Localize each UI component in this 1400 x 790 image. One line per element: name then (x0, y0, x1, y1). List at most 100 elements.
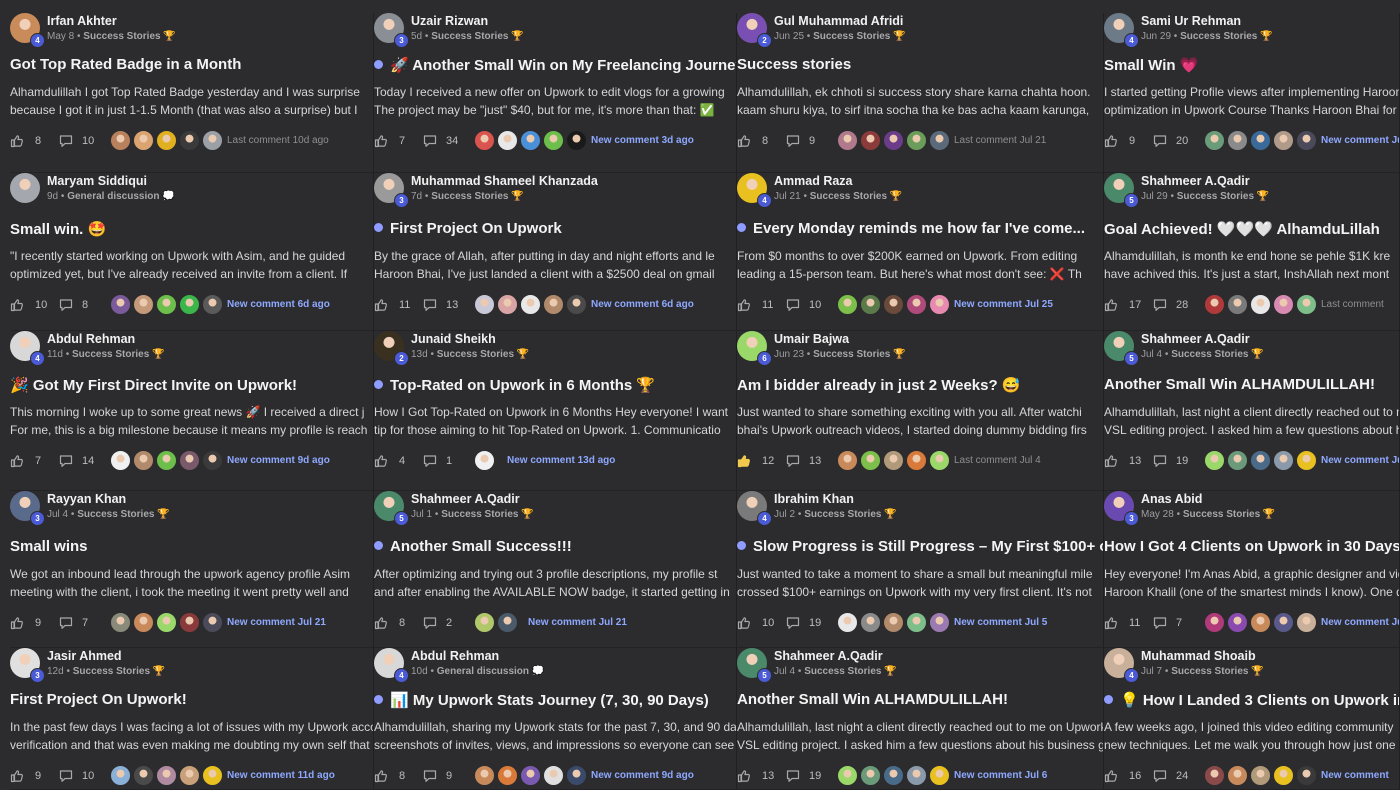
post-title[interactable]: Am I bidder already in just 2 Weeks? 😅 (737, 376, 1020, 394)
post-excerpt[interactable]: Today I received a new offer on Upwork t… (374, 83, 735, 119)
post-title[interactable]: Small win. 🤩 (10, 220, 106, 238)
like-icon[interactable] (10, 298, 24, 312)
post-card[interactable]: 3 Jasir Ahmed 12d • Success Stories 🏆 First… (10, 648, 374, 790)
comment-icon[interactable] (1153, 454, 1167, 468)
like-icon[interactable] (374, 134, 388, 148)
post-category[interactable]: Success Stories (77, 509, 154, 520)
post-category[interactable]: Success Stories (72, 349, 149, 360)
commenter-avatars[interactable] (110, 450, 225, 471)
post-excerpt[interactable]: "I recently started working on Upwork wi… (10, 247, 372, 283)
last-comment[interactable]: New comment 9d ago (227, 455, 330, 466)
comment-icon[interactable] (1153, 769, 1167, 783)
like-icon[interactable] (737, 454, 751, 468)
post-category[interactable]: Success Stories (1171, 349, 1248, 360)
post-category[interactable]: Success Stories (431, 191, 508, 202)
post-card[interactable]: 3 Rayyan Khan Jul 4 • Success Stories 🏆 Sma… (10, 491, 374, 648)
commenter-avatars[interactable] (1204, 294, 1319, 315)
post-category[interactable]: Success Stories (431, 31, 508, 42)
like-icon[interactable] (10, 454, 24, 468)
author-name[interactable]: Umair Bajwa (774, 332, 849, 346)
comment-icon[interactable] (423, 616, 437, 630)
like-icon[interactable] (1104, 134, 1118, 148)
commenter-avatars[interactable] (837, 612, 952, 633)
like-icon[interactable] (374, 454, 388, 468)
like-icon[interactable] (10, 134, 24, 148)
comment-icon[interactable] (59, 769, 73, 783)
last-comment[interactable]: New comment (1321, 770, 1389, 781)
post-excerpt[interactable]: A few weeks ago, I joined this video edi… (1104, 718, 1398, 754)
post-category[interactable]: Success Stories (73, 666, 150, 677)
post-card[interactable]: 5 Shahmeer A.Qadir Jul 29 • Success Storie… (1104, 173, 1400, 331)
commenter-avatars[interactable] (1204, 130, 1319, 151)
like-icon[interactable] (737, 616, 751, 630)
author-name[interactable]: Shahmeer A.Qadir (411, 492, 520, 506)
post-title[interactable]: First Project On Upwork! (10, 691, 187, 708)
comment-icon[interactable] (59, 298, 73, 312)
post-title[interactable]: First Project On Upwork (374, 220, 562, 237)
post-title[interactable]: Small Win 💗 (1104, 56, 1198, 74)
last-comment[interactable]: Last comment Jul 4 (954, 455, 1041, 466)
post-category[interactable]: Success Stories (1180, 31, 1257, 42)
like-icon[interactable] (10, 769, 24, 783)
post-category[interactable]: Success Stories (1171, 666, 1248, 677)
post-category[interactable]: Success Stories (437, 349, 514, 360)
commenter-avatars[interactable] (474, 130, 589, 151)
post-card[interactable]: 6 Umair Bajwa Jun 23 • Success Stories 🏆 Am… (737, 331, 1104, 491)
post-excerpt[interactable]: Alhamdulillah, ek chhoti si success stor… (737, 83, 1102, 119)
post-card[interactable]: 5 Shahmeer A.Qadir Jul 4 • Success Stories… (737, 648, 1104, 790)
post-card[interactable]: 5 Shahmeer A.Qadir Jul 4 • Success Stories… (1104, 331, 1400, 491)
comment-icon[interactable] (1153, 616, 1167, 630)
post-category[interactable]: General discussion 💭 (437, 666, 545, 677)
author-name[interactable]: Maryam Siddiqui (47, 174, 147, 188)
comment-icon[interactable] (786, 616, 800, 630)
post-title[interactable]: Slow Progress is Still Progress – My Fir… (737, 538, 1103, 555)
commenter-avatars[interactable] (110, 294, 225, 315)
post-excerpt[interactable]: Alhamdulillah, last night a client direc… (737, 718, 1103, 754)
author-name[interactable]: Ibrahim Khan (774, 492, 854, 506)
last-comment[interactable]: New comment Jul 21 (227, 617, 326, 628)
last-comment[interactable]: New comment 13d ago (507, 455, 615, 466)
comment-icon[interactable] (786, 769, 800, 783)
commenter-avatars[interactable] (110, 130, 225, 151)
author-name[interactable]: Junaid Sheikh (411, 332, 496, 346)
last-comment[interactable]: New comment Jul 5 (954, 617, 1047, 628)
author-name[interactable]: Shahmeer A.Qadir (1141, 332, 1250, 346)
post-title[interactable]: How I Got 4 Clients on Upwork in 30 Days… (1104, 538, 1399, 555)
post-title[interactable]: 🚀 Another Small Win on My Freelancing Jo… (374, 56, 736, 74)
like-icon[interactable] (10, 616, 24, 630)
author-name[interactable]: Rayyan Khan (47, 492, 126, 506)
post-title[interactable]: 💡 How I Landed 3 Clients on Upwork in (1104, 691, 1399, 709)
post-card[interactable]: 3 Uzair Rizwan 5d • Success Stories 🏆 🚀 Ano… (374, 13, 737, 173)
author-avatar[interactable] (10, 173, 40, 203)
last-comment[interactable]: Last comment (1321, 299, 1384, 310)
post-category[interactable]: Success Stories (804, 509, 881, 520)
post-category[interactable]: Success Stories (1177, 191, 1254, 202)
commenter-avatars[interactable] (837, 294, 952, 315)
post-card[interactable]: 3 Anas Abid May 28 • Success Stories 🏆 How … (1104, 491, 1400, 648)
post-card[interactable]: 4 Abdul Rehman 10d • General discussion 💭 📊… (374, 648, 737, 790)
like-icon[interactable] (1104, 616, 1118, 630)
post-excerpt[interactable]: After optimizing and trying out 3 profil… (374, 565, 735, 601)
post-card[interactable]: 4 Sami Ur Rehman Jun 29 • Success Stories … (1104, 13, 1400, 173)
author-name[interactable]: Gul Muhammad Afridi (774, 14, 903, 28)
post-category[interactable]: Success Stories (813, 31, 890, 42)
comment-icon[interactable] (59, 454, 73, 468)
post-excerpt[interactable]: I started getting Profile views after im… (1104, 83, 1399, 119)
last-comment[interactable]: Last comment Jul 21 (954, 135, 1046, 146)
post-card[interactable]: 3 Muhammad Shameel Khanzada 7d • Success S… (374, 173, 737, 331)
like-icon[interactable] (737, 298, 751, 312)
last-comment[interactable]: New comment 9d ago (591, 770, 694, 781)
author-name[interactable]: Jasir Ahmed (47, 649, 122, 663)
post-title[interactable]: Another Small Win ALHAMDULILLAH! (737, 691, 1008, 708)
post-category[interactable]: General discussion 💭 (67, 191, 175, 202)
author-name[interactable]: Shahmeer A.Qadir (1141, 174, 1250, 188)
post-title[interactable]: Small wins (10, 538, 88, 555)
commenter-avatars[interactable] (474, 612, 520, 633)
last-comment[interactable]: New comment Jul 25 (954, 299, 1053, 310)
post-excerpt[interactable]: We got an inbound lead through the upwor… (10, 565, 372, 601)
comment-icon[interactable] (786, 134, 800, 148)
author-name[interactable]: Uzair Rizwan (411, 14, 488, 28)
comment-icon[interactable] (59, 616, 73, 630)
post-excerpt[interactable]: Hey everyone! I'm Anas Abid, a graphic d… (1104, 565, 1399, 601)
post-title[interactable]: 📊 My Upwork Stats Journey (7, 30, 90 Day… (374, 691, 709, 709)
